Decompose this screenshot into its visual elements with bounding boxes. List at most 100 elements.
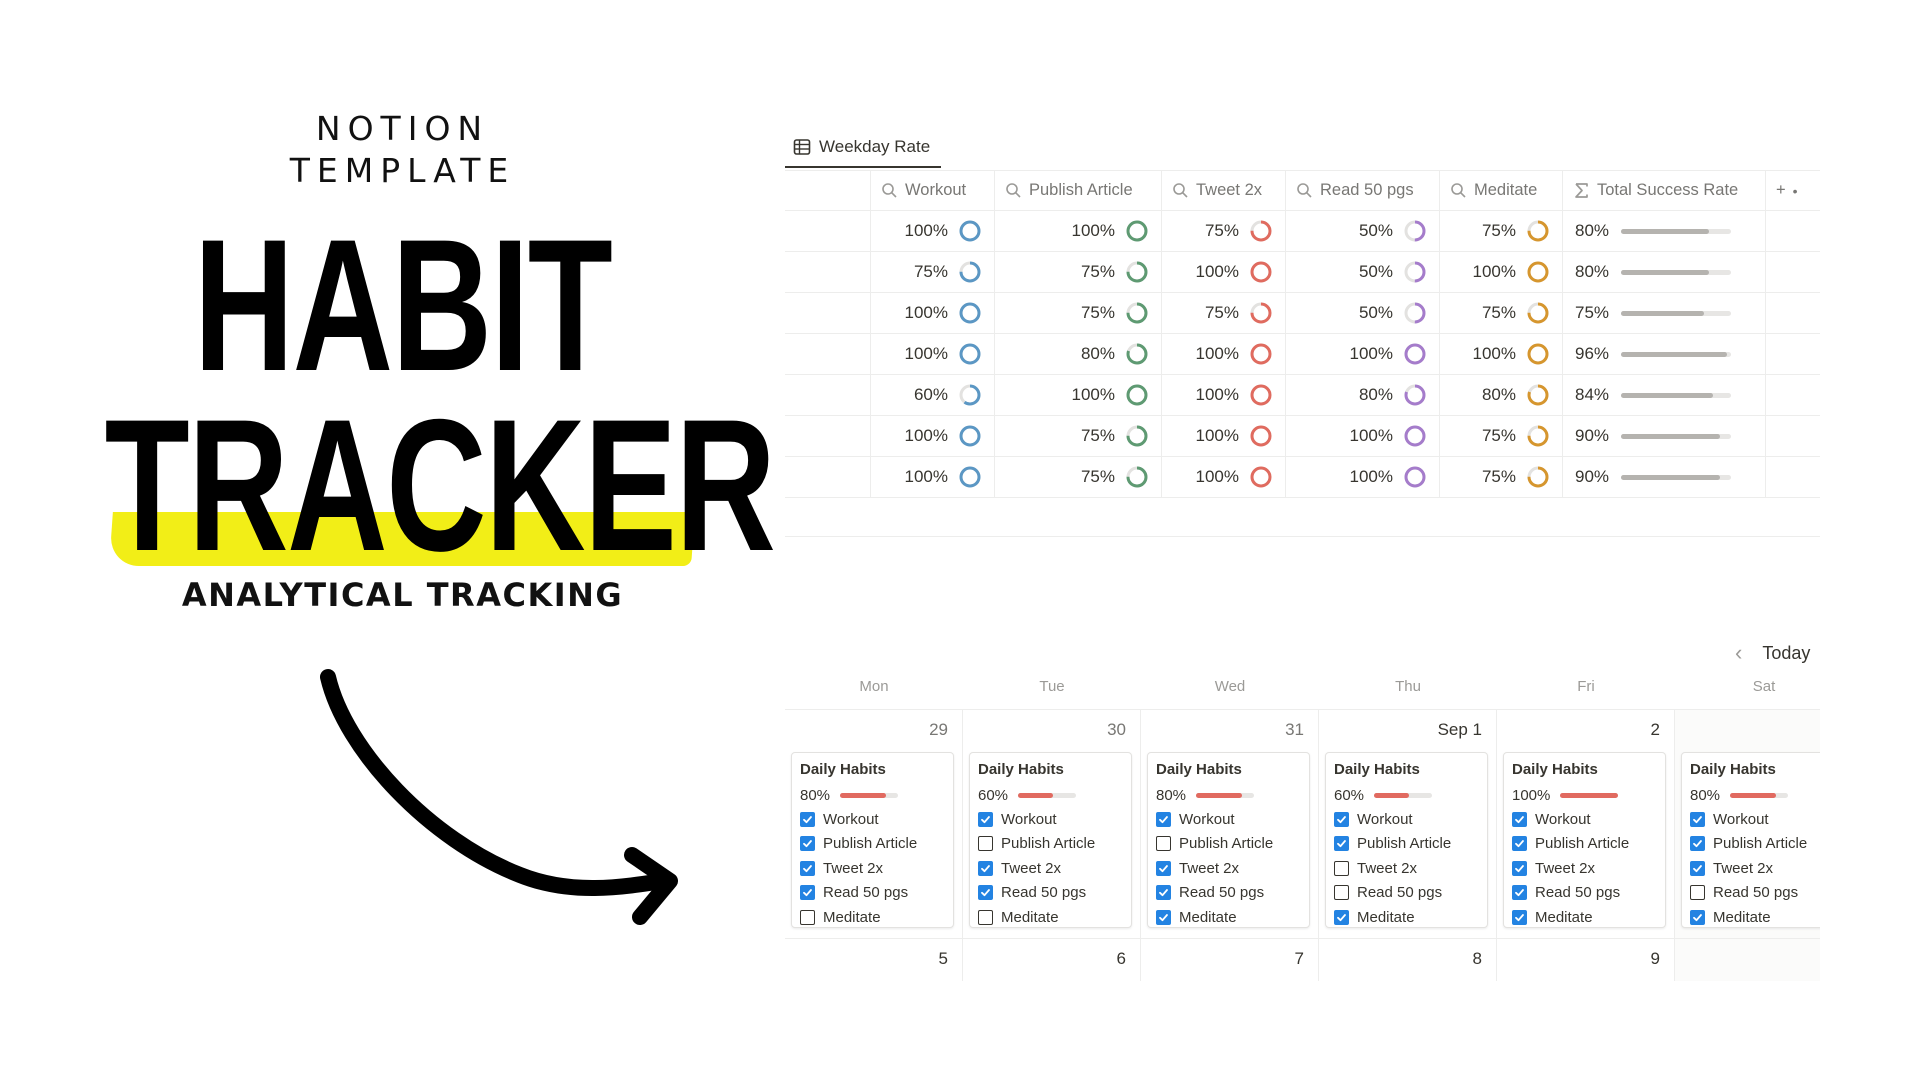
daily-habits-card[interactable]: Daily Habits 60% Workout Publish Article Twe… [1325,752,1488,928]
cell-tweet[interactable]: 100% [1162,416,1286,456]
checkbox-checked[interactable] [978,811,993,827]
row-title-cell[interactable] [785,334,871,374]
cell-meditate[interactable]: 75% [1440,416,1563,456]
cell-read[interactable]: 100% [1286,416,1440,456]
cell-publish-article[interactable]: 75% [995,252,1162,292]
column-header-total-success-rate[interactable]: Total Success Rate [1563,171,1766,210]
calendar-day[interactable]: 2 Daily Habits 100% Workout Publish Article T… [1497,710,1675,938]
cell-workout[interactable]: 100% [871,211,995,251]
cell-publish-article[interactable]: 75% [995,293,1162,333]
table-row[interactable]: 100% 100% 75% 50% 75% 80% [785,211,1820,252]
cell-meditate[interactable]: 100% [1440,334,1563,374]
chevron-left-icon[interactable]: ‹ [1735,640,1742,666]
row-title-cell[interactable] [785,457,871,497]
calendar-day[interactable]: 8 [1319,939,1497,981]
column-header-tweet[interactable]: Tweet 2x [1162,171,1286,210]
calendar-day[interactable]: 30 Daily Habits 60% Workout Publish Article T… [963,710,1141,938]
table-row[interactable]: 100% 75% 100% 100% 75% 90% [785,416,1820,457]
cell-total-success-rate[interactable]: 96% [1563,334,1766,374]
calendar-day[interactable]: 1 [1675,939,1820,981]
checkbox-unchecked[interactable] [1156,836,1171,852]
checkbox-checked[interactable] [800,836,815,852]
cell-tweet[interactable]: 100% [1162,252,1286,292]
checkbox-checked[interactable] [1690,860,1705,876]
checkbox-unchecked[interactable] [800,909,815,925]
row-title-cell[interactable] [785,211,871,251]
cell-meditate[interactable]: 80% [1440,375,1563,415]
cell-workout[interactable]: 100% [871,334,995,374]
daily-habits-card[interactable]: Daily Habits 80% Workout Publish Article Twe… [1681,752,1820,928]
table-row[interactable]: 100% 80% 100% 100% 100% 96% [785,334,1820,375]
tab-weekday-rate[interactable]: Weekday Rate [785,128,941,168]
checkbox-checked[interactable] [1512,836,1527,852]
cell-total-success-rate[interactable]: 80% [1563,252,1766,292]
cell-workout[interactable]: 60% [871,375,995,415]
checkbox-unchecked[interactable] [978,836,993,852]
checkbox-checked[interactable] [1512,885,1527,901]
calendar-day[interactable]: Daily Habits 80% Workout Publish Article Twe… [1675,710,1820,938]
column-header-workout[interactable]: Workout [871,171,995,210]
cell-meditate[interactable]: 75% [1440,211,1563,251]
today-button[interactable]: Today [1762,643,1810,664]
cell-publish-article[interactable]: 80% [995,334,1162,374]
calendar-day[interactable]: 6 [963,939,1141,981]
calendar-day[interactable]: 29 Daily Habits 80% Workout Publish Article T… [785,710,963,938]
checkbox-checked[interactable] [1156,885,1171,901]
calendar-day[interactable]: 9 [1497,939,1675,981]
row-title-cell[interactable] [785,293,871,333]
calendar-day[interactable]: Sep 1 Daily Habits 60% Workout Publish Artic… [1319,710,1497,938]
checkbox-checked[interactable] [1156,909,1171,925]
checkbox-checked[interactable] [800,811,815,827]
cell-workout[interactable]: 100% [871,293,995,333]
cell-publish-article[interactable]: 100% [995,375,1162,415]
column-header-read[interactable]: Read 50 pgs [1286,171,1440,210]
table-row[interactable]: 60% 100% 100% 80% 80% 84% [785,375,1820,416]
cell-total-success-rate[interactable]: 80% [1563,211,1766,251]
checkbox-unchecked[interactable] [978,909,993,925]
checkbox-checked[interactable] [1690,836,1705,852]
cell-total-success-rate[interactable]: 90% [1563,457,1766,497]
column-header-publish-article[interactable]: Publish Article [995,171,1162,210]
daily-habits-card[interactable]: Daily Habits 100% Workout Publish Article Tw… [1503,752,1666,928]
column-header-meditate[interactable]: Meditate [1440,171,1563,210]
add-column-button[interactable]: + [1776,181,1786,200]
checkbox-checked[interactable] [1512,860,1527,876]
cell-workout[interactable]: 75% [871,252,995,292]
cell-read[interactable]: 100% [1286,334,1440,374]
checkbox-checked[interactable] [1512,811,1527,827]
checkbox-unchecked[interactable] [1334,860,1349,876]
checkbox-checked[interactable] [978,860,993,876]
checkbox-checked[interactable] [1334,836,1349,852]
cell-total-success-rate[interactable]: 90% [1563,416,1766,456]
daily-habits-card[interactable]: Daily Habits 80% Workout Publish Article Twe… [1147,752,1310,928]
checkbox-checked[interactable] [1690,811,1705,827]
cell-read[interactable]: 80% [1286,375,1440,415]
cell-publish-article[interactable]: 75% [995,416,1162,456]
cell-read[interactable]: 50% [1286,293,1440,333]
checkbox-unchecked[interactable] [1334,885,1349,901]
cell-tweet[interactable]: 100% [1162,375,1286,415]
table-row[interactable]: 75% 75% 100% 50% 100% 80% [785,252,1820,293]
header-title-cell[interactable] [785,171,871,210]
cell-meditate[interactable]: 75% [1440,293,1563,333]
cell-read[interactable]: 100% [1286,457,1440,497]
cell-tweet[interactable]: 100% [1162,334,1286,374]
cell-meditate[interactable]: 100% [1440,252,1563,292]
row-title-cell[interactable] [785,416,871,456]
checkbox-checked[interactable] [1334,811,1349,827]
checkbox-checked[interactable] [800,860,815,876]
cell-tweet[interactable]: 75% [1162,211,1286,251]
checkbox-checked[interactable] [1690,909,1705,925]
cell-tweet[interactable]: 100% [1162,457,1286,497]
checkbox-checked[interactable] [1512,909,1527,925]
checkbox-checked[interactable] [800,885,815,901]
checkbox-checked[interactable] [978,885,993,901]
cell-read[interactable]: 50% [1286,252,1440,292]
checkbox-checked[interactable] [1334,909,1349,925]
more-options-icon[interactable]: • [1793,183,1798,199]
table-row[interactable]: 100% 75% 100% 100% 75% 90% [785,457,1820,498]
cell-workout[interactable]: 100% [871,416,995,456]
cell-read[interactable]: 50% [1286,211,1440,251]
cell-publish-article[interactable]: 75% [995,457,1162,497]
checkbox-checked[interactable] [1156,860,1171,876]
